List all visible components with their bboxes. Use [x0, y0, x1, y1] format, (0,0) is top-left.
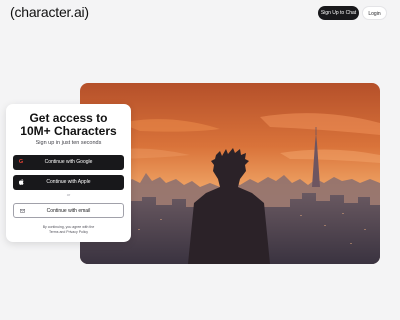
google-button-label: Continue with Google — [44, 159, 93, 165]
signup-card: Get access to 10M+ Characters Sign up in… — [6, 104, 131, 242]
login-button[interactable]: Login — [362, 6, 387, 20]
terms-notice: By continuing, you agree with the Terms … — [13, 225, 124, 235]
apple-button-label: Continue with Apple — [46, 179, 91, 185]
sign-up-button[interactable]: Sign Up to Chat — [318, 6, 359, 20]
card-title-line2: 10M+ Characters — [20, 124, 117, 138]
email-button-label: Continue with email — [46, 208, 91, 214]
card-title: Get access to 10M+ Characters — [6, 112, 131, 138]
continue-with-google-button[interactable]: G Continue with Google — [13, 155, 124, 170]
mail-icon — [19, 204, 25, 219]
top-bar: (character.ai) Sign Up to Chat Login — [0, 0, 400, 26]
site-logo[interactable]: (character.ai) — [10, 4, 89, 20]
apple-icon — [18, 175, 24, 190]
or-divider: or — [66, 192, 71, 197]
terms-and-privacy-link[interactable]: Terms and Privacy Policy — [13, 230, 124, 235]
card-subtitle: Sign up in just ten seconds — [35, 140, 102, 146]
continue-with-email-button[interactable]: Continue with email — [13, 203, 124, 218]
continue-with-apple-button[interactable]: Continue with Apple — [13, 175, 124, 190]
google-icon: G — [18, 159, 24, 165]
